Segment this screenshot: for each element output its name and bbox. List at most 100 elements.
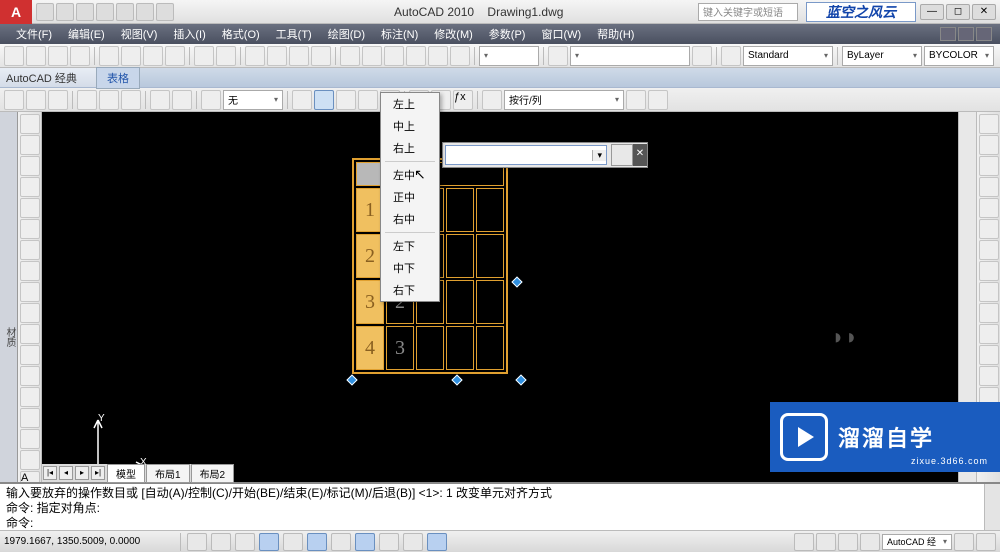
copy-icon[interactable] xyxy=(121,46,141,66)
otrack-toggle[interactable] xyxy=(307,533,327,551)
table-cell[interactable]: 3 xyxy=(386,326,414,370)
quick-view-drawings-icon[interactable] xyxy=(838,533,858,551)
selection-grip[interactable] xyxy=(515,374,526,385)
plot-icon[interactable] xyxy=(70,46,90,66)
cell-lock-icon[interactable] xyxy=(336,90,356,110)
qat-save-icon[interactable] xyxy=(76,3,94,21)
ellipse-arc-icon[interactable] xyxy=(20,324,40,344)
qat-undo-icon[interactable] xyxy=(96,3,114,21)
grid-toggle[interactable] xyxy=(211,533,231,551)
trim-icon[interactable] xyxy=(979,303,999,323)
tab-nav-prev[interactable]: ◂ xyxy=(59,466,73,480)
undo-icon[interactable] xyxy=(194,46,214,66)
cell-border-icon[interactable] xyxy=(201,90,221,110)
model-toggle[interactable] xyxy=(427,533,447,551)
menu-tools[interactable]: 工具(T) xyxy=(268,26,320,42)
linetype-icon[interactable] xyxy=(721,46,741,66)
spline-icon[interactable] xyxy=(20,282,40,302)
qat-new-icon[interactable] xyxy=(36,3,54,21)
save-icon[interactable] xyxy=(48,46,68,66)
polygon-icon[interactable] xyxy=(20,177,40,197)
qat-redo-icon[interactable] xyxy=(116,3,134,21)
osnap-toggle[interactable] xyxy=(283,533,303,551)
align-middle-right[interactable]: 右中 xyxy=(381,208,439,230)
paste-icon[interactable] xyxy=(143,46,163,66)
workspace-switching-combo[interactable]: AutoCAD 经 xyxy=(882,534,952,550)
table-row-label[interactable]: 4 xyxy=(356,326,384,370)
menu-window[interactable]: 窗口(W) xyxy=(533,26,589,42)
dyn-toggle[interactable] xyxy=(355,533,375,551)
join-icon[interactable] xyxy=(979,366,999,386)
delete-col-icon[interactable] xyxy=(121,90,141,110)
workspace-label[interactable]: AutoCAD 经典 xyxy=(0,70,96,86)
menu-view[interactable]: 视图(V) xyxy=(113,26,166,42)
cell-alignment-icon[interactable] xyxy=(314,90,334,110)
layer-combo[interactable] xyxy=(570,46,690,66)
tab-layout1[interactable]: 布局1 xyxy=(146,464,190,483)
match-props-icon[interactable] xyxy=(165,46,185,66)
stretch-icon[interactable] xyxy=(979,282,999,302)
qp-toggle[interactable] xyxy=(403,533,423,551)
delete-row-icon[interactable] xyxy=(48,90,68,110)
properties-icon[interactable] xyxy=(340,46,360,66)
align-top-center[interactable]: 中上 xyxy=(381,115,439,137)
qat-dropdown-icon[interactable] xyxy=(156,3,174,21)
ellipse-icon[interactable] xyxy=(20,303,40,323)
menu-edit[interactable]: 编辑(E) xyxy=(60,26,113,42)
clean-screen-icon[interactable] xyxy=(976,533,996,551)
annotation-scale-icon[interactable] xyxy=(860,533,880,551)
layer-states-icon[interactable] xyxy=(692,46,712,66)
row-col-combo[interactable]: 按行/列 xyxy=(504,90,624,110)
tool-palettes-icon[interactable] xyxy=(384,46,404,66)
manage-cell-icon[interactable] xyxy=(482,90,502,110)
make-block-icon[interactable] xyxy=(20,366,40,386)
hatch-icon[interactable] xyxy=(20,408,40,428)
doc-restore-button[interactable] xyxy=(958,27,974,41)
polar-toggle[interactable] xyxy=(259,533,279,551)
ducs-toggle[interactable] xyxy=(331,533,351,551)
arc-icon[interactable] xyxy=(20,219,40,239)
insert-row-above-icon[interactable] xyxy=(4,90,24,110)
align-middle-left[interactable]: 左中 xyxy=(381,164,439,186)
align-bottom-center[interactable]: 中下 xyxy=(381,257,439,279)
mirror-icon[interactable] xyxy=(979,156,999,176)
lock-ui-icon[interactable] xyxy=(954,533,974,551)
selection-grip[interactable] xyxy=(346,374,357,385)
cell-style-browse-button[interactable] xyxy=(611,144,633,166)
border-style-combo[interactable]: 无 xyxy=(223,90,283,110)
insert-col-left-icon[interactable] xyxy=(77,90,97,110)
doc-close-button[interactable] xyxy=(976,27,992,41)
break-icon[interactable] xyxy=(979,345,999,365)
menu-parametric[interactable]: 参数(P) xyxy=(481,26,534,42)
tab-model[interactable]: 模型 xyxy=(107,464,145,483)
menu-format[interactable]: 格式(O) xyxy=(214,26,268,42)
point-icon[interactable] xyxy=(20,387,40,407)
insert-row-below-icon[interactable] xyxy=(26,90,46,110)
command-scrollbar[interactable] xyxy=(984,484,1000,530)
quick-view-layouts-icon[interactable] xyxy=(816,533,836,551)
offset-icon[interactable] xyxy=(979,177,999,197)
revision-cloud-icon[interactable] xyxy=(20,261,40,281)
calc-icon[interactable] xyxy=(450,46,470,66)
zoom-previous-icon[interactable] xyxy=(311,46,331,66)
selection-grip[interactable] xyxy=(451,374,462,385)
menu-help[interactable]: 帮助(H) xyxy=(589,26,642,42)
model-space-button[interactable] xyxy=(794,533,814,551)
menu-modify[interactable]: 修改(M) xyxy=(426,26,481,42)
pan-icon[interactable] xyxy=(245,46,265,66)
help-search-input[interactable]: 键入关键字或短语 xyxy=(698,3,798,21)
color-combo[interactable]: BYCOLOR xyxy=(924,46,994,66)
menu-file[interactable]: 文件(F) xyxy=(8,26,60,42)
side-palette-tabs[interactable]: 材质 高级渲染设置 xyxy=(0,112,18,482)
copy-object-icon[interactable] xyxy=(979,135,999,155)
new-icon[interactable] xyxy=(4,46,24,66)
command-line[interactable]: 输入要放弃的操作数目或 [自动(A)/控制(C)/开始(BE)/结束(E)/标记… xyxy=(0,482,1000,530)
table-icon[interactable] xyxy=(20,450,40,470)
flyout-close-button[interactable]: ✕ xyxy=(633,144,647,166)
formula-icon[interactable]: ƒx xyxy=(453,90,473,110)
scale-icon[interactable] xyxy=(979,261,999,281)
merge-cells-icon[interactable] xyxy=(150,90,170,110)
cell-style-combo[interactable] xyxy=(445,145,607,165)
align-top-right[interactable]: 右上 xyxy=(381,137,439,159)
qat-open-icon[interactable] xyxy=(56,3,74,21)
